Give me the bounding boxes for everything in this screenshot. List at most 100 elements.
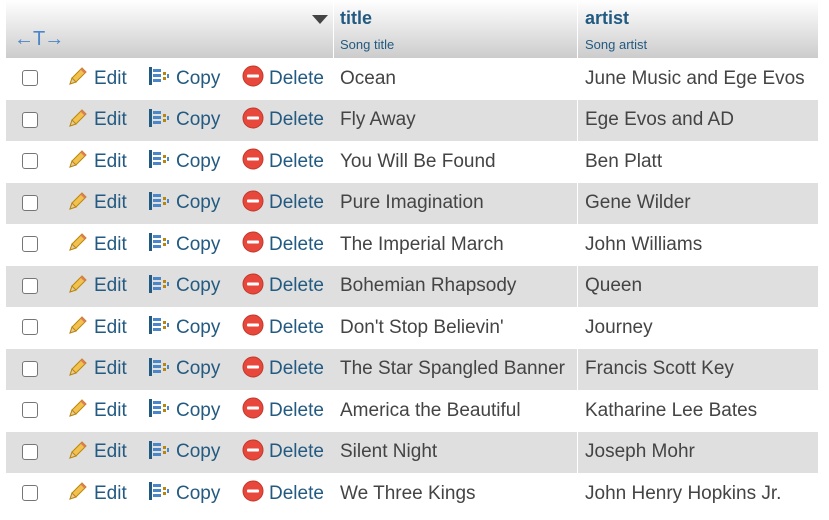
cell-artist[interactable]: Queen [585, 266, 642, 307]
cell-divider [577, 58, 578, 100]
delete-label: Delete [269, 316, 324, 338]
row-checkbox[interactable] [22, 402, 38, 418]
delete-button[interactable]: Delete [242, 58, 324, 99]
delete-icon [242, 65, 264, 92]
delete-label: Delete [269, 150, 324, 172]
cell-title[interactable]: Ocean [340, 58, 396, 99]
edit-button[interactable]: Edit [67, 390, 127, 431]
cell-artist[interactable]: Ben Platt [585, 141, 662, 182]
copy-button[interactable]: Copy [147, 58, 220, 99]
delete-button[interactable]: Delete [242, 349, 324, 390]
delete-label: Delete [269, 233, 324, 255]
edit-button[interactable]: Edit [67, 224, 127, 265]
edit-button[interactable]: Edit [67, 141, 127, 182]
row-checkbox[interactable] [22, 360, 38, 377]
row-checkbox[interactable] [22, 236, 38, 252]
cell-artist[interactable]: Gene Wilder [585, 183, 691, 224]
delete-button[interactable]: Delete [242, 307, 324, 348]
edit-button[interactable]: Edit [67, 183, 127, 224]
row-checkbox[interactable] [22, 70, 38, 86]
delete-button[interactable]: Delete [242, 183, 324, 224]
row-checkbox[interactable] [22, 485, 38, 501]
edit-label: Edit [94, 482, 127, 504]
copy-button[interactable]: Copy [147, 390, 220, 431]
edit-button[interactable]: Edit [67, 432, 127, 473]
copy-row-icon [147, 231, 171, 258]
delete-button[interactable]: Delete [242, 473, 324, 514]
row-checkbox[interactable] [22, 194, 38, 211]
pencil-icon [67, 480, 89, 507]
row-checkbox[interactable] [22, 319, 38, 335]
pencil-icon [67, 65, 89, 92]
table-row: Edit Copy Delete Ocean June Music and Ege Ev… [6, 58, 818, 100]
cell-title[interactable]: America the Beautiful [340, 390, 521, 431]
row-checkbox[interactable] [22, 277, 38, 294]
copy-button[interactable]: Copy [147, 266, 220, 307]
edit-button[interactable]: Edit [67, 473, 127, 514]
delete-button[interactable]: Delete [242, 100, 324, 141]
row-checkbox[interactable] [22, 153, 38, 169]
copy-button[interactable]: Copy [147, 224, 220, 265]
pencil-icon [67, 107, 89, 134]
cell-title[interactable]: Pure Imagination [340, 183, 484, 224]
cell-title[interactable]: Fly Away [340, 100, 416, 141]
sort-menu-arrow-icon[interactable] [312, 15, 328, 24]
copy-label: Copy [176, 67, 221, 89]
cell-artist[interactable]: Katharine Lee Bates [585, 390, 757, 431]
copy-button[interactable]: Copy [147, 473, 220, 514]
cell-artist[interactable]: June Music and Ege Evos [585, 58, 805, 99]
cell-title[interactable]: We Three Kings [340, 473, 476, 514]
cell-title[interactable]: The Imperial March [340, 224, 504, 265]
delete-label: Delete [269, 192, 324, 213]
delete-button[interactable]: Delete [242, 141, 324, 182]
row-checkbox[interactable] [22, 443, 38, 460]
column-header-title[interactable]: title [340, 8, 372, 29]
copy-button[interactable]: Copy [147, 307, 220, 348]
cell-artist[interactable]: Ege Evos and AD [585, 100, 734, 141]
edit-button[interactable]: Edit [67, 266, 127, 307]
edit-button[interactable]: Edit [67, 349, 127, 390]
cell-divider [577, 224, 578, 266]
cell-artist[interactable]: John Henry Hopkins Jr. [585, 473, 781, 514]
cell-artist[interactable]: Joseph Mohr [585, 432, 695, 473]
delete-button[interactable]: Delete [242, 266, 324, 307]
edit-button[interactable]: Edit [67, 307, 127, 348]
edit-button[interactable]: Edit [67, 100, 127, 141]
cell-artist[interactable]: Francis Scott Key [585, 349, 734, 390]
edit-label: Edit [94, 358, 127, 379]
column-resize-toggle-icon[interactable]: ←T→ [14, 28, 64, 51]
edit-label: Edit [94, 109, 127, 130]
cell-title[interactable]: Don't Stop Believin' [340, 307, 504, 348]
table-row: Edit Copy Delete The Imperial March John Wil… [6, 224, 818, 266]
copy-button[interactable]: Copy [147, 141, 220, 182]
cell-title[interactable]: You Will Be Found [340, 141, 496, 182]
row-checkbox[interactable] [22, 111, 38, 128]
edit-label: Edit [94, 399, 127, 421]
edit-button[interactable]: Edit [67, 58, 127, 99]
header-divider [577, 0, 578, 58]
copy-row-icon [147, 107, 171, 134]
delete-button[interactable]: Delete [242, 390, 324, 431]
delete-label: Delete [269, 67, 324, 89]
table-row: Edit Copy Delete We Three Kings John Henry H… [6, 473, 818, 515]
delete-button[interactable]: Delete [242, 224, 324, 265]
delete-icon [242, 397, 264, 424]
cell-title[interactable]: Bohemian Rhapsody [340, 266, 516, 307]
column-header-artist[interactable]: artist [585, 8, 629, 29]
copy-label: Copy [176, 275, 221, 296]
copy-button[interactable]: Copy [147, 432, 220, 473]
copy-button[interactable]: Copy [147, 349, 220, 390]
delete-button[interactable]: Delete [242, 432, 324, 473]
cell-title[interactable]: The Star Spangled Banner [340, 349, 565, 390]
copy-button[interactable]: Copy [147, 183, 220, 224]
delete-icon [242, 314, 264, 341]
edit-label: Edit [94, 441, 127, 462]
table-row: Edit Copy Delete America the Beautiful Katha… [6, 390, 818, 432]
table-row: Edit Copy Delete Don't Stop Believin' Journe… [6, 307, 818, 349]
copy-label: Copy [176, 482, 221, 504]
pencil-icon [67, 397, 89, 424]
cell-title[interactable]: Silent Night [340, 432, 437, 473]
cell-artist[interactable]: Journey [585, 307, 653, 348]
copy-button[interactable]: Copy [147, 100, 220, 141]
cell-artist[interactable]: John Williams [585, 224, 702, 265]
